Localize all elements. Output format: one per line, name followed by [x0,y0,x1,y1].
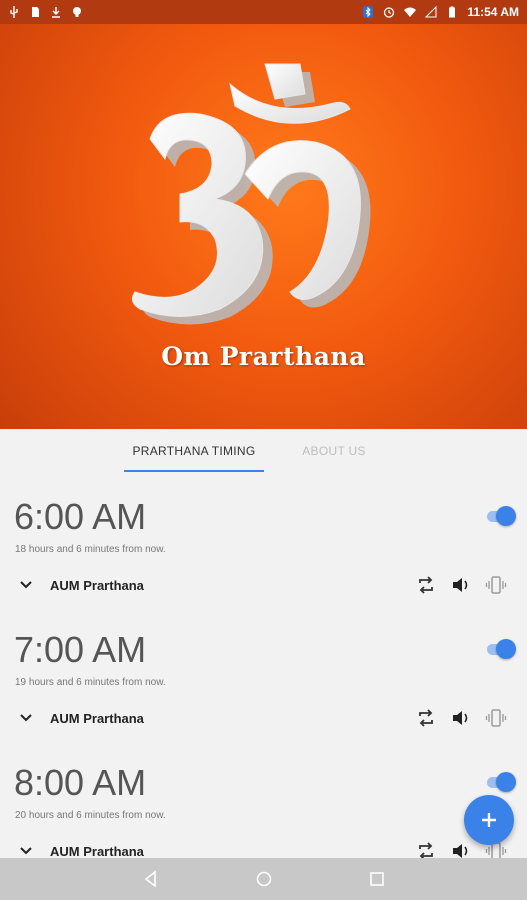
alarm-item: 6:00 AM 18 hours and 6 minutes from now.… [0,496,527,630]
lightbulb-icon [73,7,81,17]
chevron-down-icon[interactable] [17,576,35,594]
home-icon[interactable] [254,869,274,889]
alarm-label[interactable]: AUM Prarthana [50,711,144,726]
repeat-icon[interactable] [415,840,437,858]
battery-icon [449,6,456,18]
volume-icon[interactable] [450,574,472,596]
system-nav-bar [0,858,527,900]
chevron-down-icon[interactable] [17,842,35,858]
alarm-item: 7:00 AM 19 hours and 6 minutes from now.… [0,629,527,763]
wifi-icon [404,7,417,17]
status-bar-left [8,6,83,18]
status-bar-right: 11:54 AM [362,5,519,19]
chevron-down-icon[interactable] [17,709,35,727]
toggle-thumb [496,772,516,792]
alarm-toggle[interactable] [487,772,516,792]
volume-icon[interactable] [450,707,472,729]
tab-bar: PRARTHANA TIMING ABOUT US [0,429,527,473]
usb-icon [10,6,18,18]
alarm-label[interactable]: AUM Prarthana [50,578,144,593]
alarm-time[interactable]: 6:00 AM [14,496,146,538]
tab-about-us[interactable]: ABOUT US [284,429,384,473]
alarm-countdown: 20 hours and 6 minutes from now. [15,810,166,821]
toggle-thumb [496,506,516,526]
recents-icon[interactable] [367,869,387,889]
alarm-time[interactable]: 8:00 AM [14,762,146,804]
alarm-countdown: 18 hours and 6 minutes from now. [15,544,166,555]
status-time: 11:54 AM [467,5,519,19]
vibrate-icon[interactable] [485,574,507,596]
bluetooth-icon [363,6,374,18]
status-bar: 11:54 AM [0,0,527,24]
toggle-thumb [496,639,516,659]
sim-icon [32,7,39,17]
vibrate-icon[interactable] [485,707,507,729]
alarm-time[interactable]: 7:00 AM [14,629,146,671]
alarm-details-row: AUM Prarthana [0,840,527,858]
hero-banner: Om Prarthana [0,24,527,429]
volume-icon[interactable] [450,840,472,858]
repeat-icon[interactable] [415,707,437,729]
alarm-toggle[interactable] [487,639,516,659]
back-icon[interactable] [141,869,161,889]
alarm-details-row: AUM Prarthana [0,707,527,731]
plus-icon [482,813,496,827]
alarm-icon [384,7,395,18]
signal-icon [425,6,437,18]
app-title: Om Prarthana [161,342,366,371]
alarm-countdown: 19 hours and 6 minutes from now. [15,677,166,688]
tab-indicator [124,470,264,472]
alarm-details-row: AUM Prarthana [0,574,527,598]
repeat-icon[interactable] [415,574,437,596]
tab-prarthana-timing[interactable]: PRARTHANA TIMING [124,429,264,473]
alarm-toggle[interactable] [487,506,516,526]
alarm-label[interactable]: AUM Prarthana [50,844,144,858]
alarm-item: 8:00 AM 20 hours and 6 minutes from now.… [0,762,527,858]
add-alarm-button[interactable] [464,795,514,845]
download-icon [52,7,60,18]
